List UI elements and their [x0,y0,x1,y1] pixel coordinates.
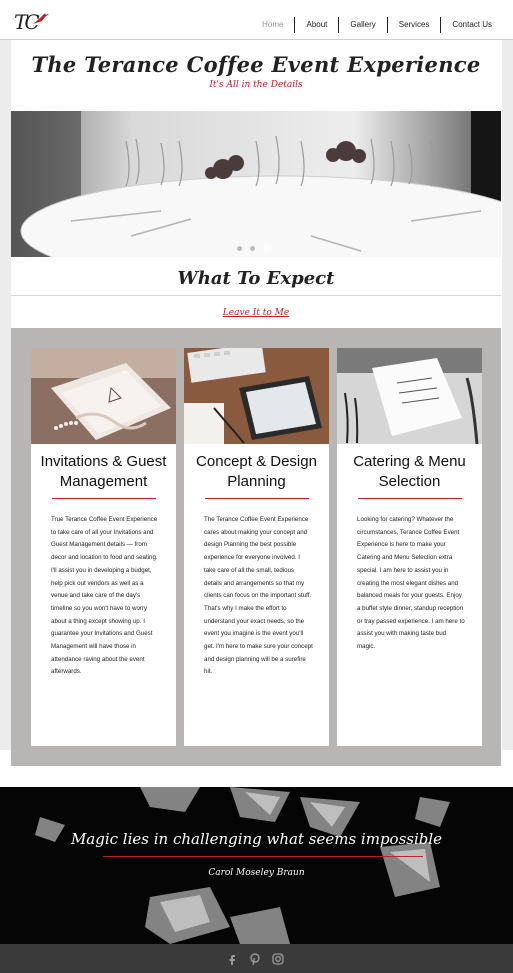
service-title: Invitations & Guest Management [40,453,167,490]
quote-text: Magic lies in challenging what seems imp… [70,830,443,848]
site-footer [0,944,513,973]
service-body: The Terance Coffee Event Experience care… [204,516,313,676]
service-card-catering: Catering & Menu Selection Looking for ca… [337,348,482,746]
service-title: Concept & Design Planning [196,453,317,490]
slide-dot[interactable] [237,246,242,251]
nav-about[interactable]: About [294,17,338,33]
service-card-invitations: Invitations & Guest Management True Tera… [31,348,176,746]
service-photo-concept [184,348,329,444]
expect-header: What To Expect Leave It to Me [11,260,501,328]
hero-image [11,111,501,257]
slide-dot[interactable] [250,246,255,251]
hero-slideshow[interactable] [11,111,501,257]
bird-icon [33,13,49,24]
expect-title: What To Expect [177,268,335,289]
quote-underline [103,856,423,857]
service-card-concept: Concept & Design Planning The Terance Co… [184,348,329,746]
slide-indicators [237,245,269,251]
site-tagline: It's All in the Details [209,80,303,90]
nav-contact-us[interactable]: Contact Us [440,17,503,33]
service-body: Looking for catering? Whatever the circu… [357,516,465,651]
nav-services[interactable]: Services [386,17,441,33]
instagram-icon[interactable] [272,953,284,965]
service-photo-invitations [31,348,176,444]
nav-home[interactable]: Home [251,17,294,33]
slide-dot-active[interactable] [263,245,269,251]
diamonds-image [0,787,513,944]
site-logo[interactable]: TC [12,10,52,36]
quote-section: Magic lies in challenging what seems imp… [0,787,513,944]
social-links [226,953,284,965]
quote-author: Carol Moseley Braun [208,868,305,878]
site-header: TC Home About Gallery Services Contact U… [0,0,513,40]
facebook-icon[interactable] [226,953,238,965]
services-section: Invitations & Guest Management True Tera… [11,328,501,766]
service-photo-catering [337,348,482,444]
nav-gallery[interactable]: Gallery [338,17,386,33]
site-title: The Terance Coffee Event Experience [31,52,481,77]
divider [11,295,501,296]
expect-tagline[interactable]: Leave It to Me [11,308,501,318]
service-title: Catering & Menu Selection [353,453,466,490]
right-gutter [502,40,513,750]
title-band: The Terance Coffee Event Experience It's… [11,40,501,110]
main-nav: Home About Gallery Services Contact Us [251,17,503,33]
left-gutter [0,40,11,750]
pinterest-icon[interactable] [249,953,261,965]
service-body: True Terance Coffee Event Experience to … [51,516,158,676]
